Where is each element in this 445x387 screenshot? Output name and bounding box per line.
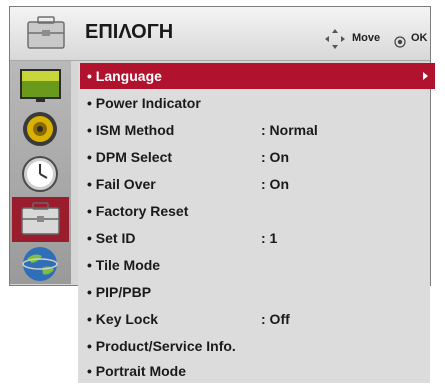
page-title: ΕΠΙΛΟΓΗ [85,21,174,43]
menu-item-label: • Factory Reset [87,203,189,219]
menu-item-value: : Normal [261,122,318,138]
menu-item-label: • DPM Select [87,149,173,165]
chevron-right-icon [423,72,428,80]
menu-item-power-indicator[interactable]: • Power Indicator [80,90,435,116]
menu-item-label: • Tile Mode [87,257,161,273]
menu-item-value: : Off [261,311,290,327]
move-hint-label: Move [352,32,381,44]
move-arrows-icon [325,29,345,49]
tab-time[interactable] [12,152,69,197]
menu-item-language[interactable]: • Language [80,63,435,89]
menu-item-label: • PIP/PBP [87,284,152,300]
menu-item-value: : 1 [261,230,278,246]
menu-item-pip-pbp[interactable]: • PIP/PBP [80,279,435,305]
menu-item-ism-method[interactable]: • ISM Method : Normal [80,117,435,143]
menu-header: ΕΠΙΛΟΓΗ Move OK [10,7,430,61]
menu-item-factory-reset[interactable]: • Factory Reset [80,198,435,224]
menu-item-portrait-mode[interactable]: • Portrait Mode [80,358,435,384]
menu-item-label: • Key Lock [87,311,159,327]
menu-item-label: • Product/Service Info. [87,338,236,354]
globe-icon [22,247,58,281]
toolbox-icon [21,202,60,235]
menu-item-tile-mode[interactable]: • Tile Mode [80,252,435,278]
menu-item-label: • Power Indicator [87,95,201,111]
menu-item-set-id[interactable]: • Set ID : 1 [80,225,435,251]
menu-item-product-service-info[interactable]: • Product/Service Info. [80,333,435,359]
menu-item-value: : On [261,176,289,192]
menu-item-key-lock[interactable]: • Key Lock : Off [80,306,435,332]
clock-icon [22,156,58,192]
menu-item-label: • Language [87,68,162,84]
picture-icon [20,69,61,102]
menu-item-dpm-select[interactable]: • DPM Select : On [80,144,435,170]
tab-picture[interactable] [12,62,69,107]
menu-item-label: • Fail Over [87,176,156,192]
ok-button-icon [394,36,406,48]
ok-hint-label: OK [411,32,428,44]
menu-item-label: • Portrait Mode [87,363,187,379]
menu-item-value: : On [261,149,289,165]
menu-item-label: • ISM Method [87,122,175,138]
tab-option[interactable] [12,197,69,242]
tab-sound[interactable] [12,107,69,152]
speaker-icon [23,112,57,146]
toolbox-icon [27,16,65,49]
menu-item-label: • Set ID [87,230,136,246]
menu-item-fail-over[interactable]: • Fail Over : On [80,171,435,197]
tab-network[interactable] [12,242,69,287]
